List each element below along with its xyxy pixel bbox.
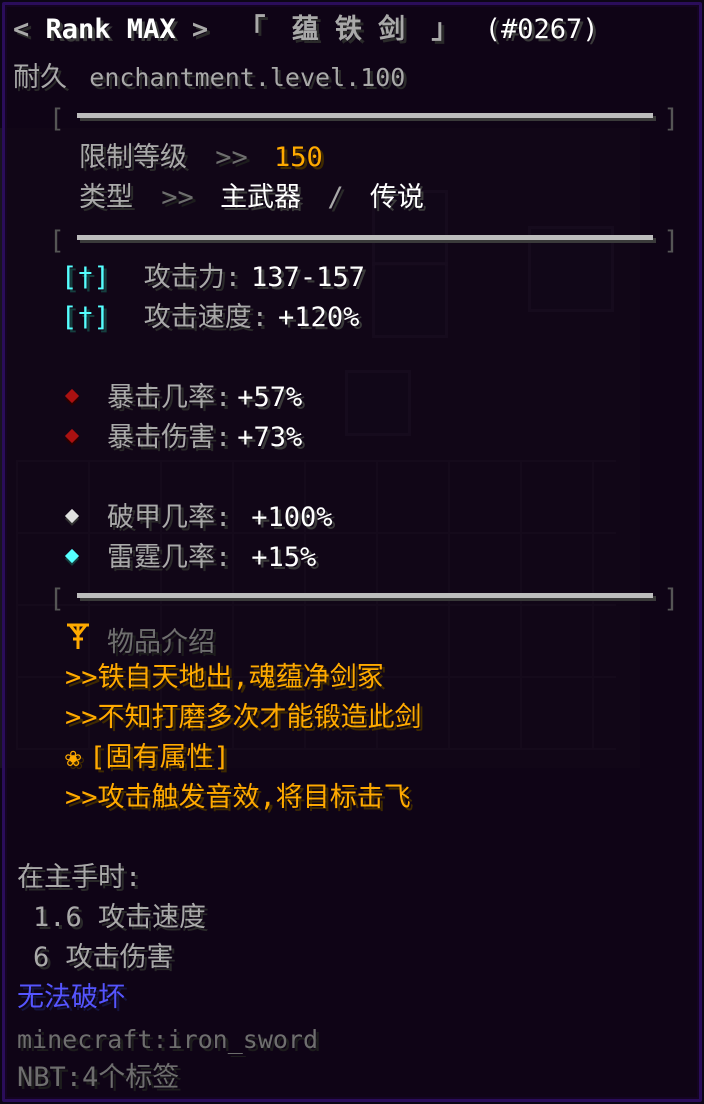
- attack-speed-row: [†] 攻击速度: +120%: [61, 301, 359, 335]
- durability-label: 耐久: [13, 62, 67, 93]
- nbt-tag-count: NBT:4个标签: [17, 1062, 180, 1093]
- stat-label: 破甲几率:: [107, 502, 232, 533]
- type-separator: /: [327, 182, 344, 213]
- thunder-chance-row: 雷霆几率: +15%: [64, 541, 317, 575]
- item-number: (#0267): [484, 14, 599, 45]
- stat-value: 137-157: [251, 262, 365, 293]
- stat-label: 暴击几率:: [107, 382, 232, 413]
- red-gem-icon: [64, 388, 80, 403]
- trait-line: >>攻击触发音效,将目标击飞: [65, 782, 411, 813]
- item-name: 蕴 铁 剑: [291, 14, 406, 45]
- trait-title: [固有属性]: [89, 742, 230, 773]
- rank-label: Rank MAX: [45, 14, 176, 45]
- red-gem-icon: [64, 428, 80, 443]
- mainhand-attack-speed: 1.6 攻击速度: [33, 902, 207, 933]
- durability-row: 耐久 enchantment.level.100: [13, 61, 405, 95]
- stat-label: 攻击力:: [143, 262, 242, 293]
- stat-value: +15%: [251, 542, 317, 573]
- trait-title-row: ❀ [固有属性]: [65, 741, 230, 775]
- sword-icon: [†]: [61, 262, 110, 293]
- stat-value: +120%: [278, 302, 360, 333]
- item-id: minecraft:iron_sword: [17, 1025, 319, 1054]
- level-requirement-row: 限制等级 >> 150: [79, 141, 323, 175]
- emblem-icon: [65, 621, 91, 660]
- rank-left-arrow: <: [13, 14, 30, 45]
- rank-right-arrow: >: [191, 14, 209, 45]
- item-tooltip: < Rank MAX > 「 蕴 铁 剑 」 (#0267) 耐久 enchan…: [2, 2, 702, 1102]
- level-label: 限制等级: [79, 142, 187, 173]
- white-gem-icon: [64, 508, 80, 523]
- armor-pierce-row: 破甲几率: +100%: [64, 501, 333, 535]
- name-bracket-close: 」: [431, 14, 459, 45]
- stat-label: 雷霆几率:: [107, 542, 232, 573]
- level-value: 150: [274, 142, 323, 173]
- type-value: 主武器: [220, 182, 302, 213]
- mainhand-attack-damage: 6 攻击伤害: [33, 942, 174, 973]
- type-label: 类型: [79, 182, 133, 213]
- level-arrow: >>: [215, 142, 248, 173]
- separator: []: [49, 226, 679, 256]
- sword-icon: [†]: [61, 302, 110, 333]
- type-row: 类型 >> 主武器 / 传说: [79, 181, 424, 215]
- durability-value: enchantment.level.100: [89, 63, 406, 92]
- description-line: >>铁自天地出,魂蕴净剑冢: [65, 662, 384, 693]
- stat-value: +100%: [251, 502, 333, 533]
- stat-label: 攻击速度:: [143, 302, 269, 333]
- type-arrow: >>: [161, 182, 194, 213]
- mainhand-title: 在主手时:: [17, 862, 142, 893]
- name-bracket-open: 「: [238, 14, 266, 45]
- stat-value: +73%: [237, 422, 303, 453]
- aqua-gem-icon: [64, 548, 80, 563]
- crit-chance-row: 暴击几率: +57%: [64, 381, 303, 415]
- flower-icon: ❀: [65, 742, 82, 773]
- stat-value: +57%: [237, 382, 303, 413]
- unbreakable-label: 无法破坏: [17, 982, 125, 1013]
- rarity-value: 传说: [369, 182, 424, 213]
- description-title-row: 物品介绍: [65, 621, 215, 660]
- crit-damage-row: 暴击伤害: +73%: [64, 421, 303, 455]
- description-line: >>不知打磨多次才能锻造此剑: [65, 702, 422, 733]
- stat-label: 暴击伤害:: [107, 422, 232, 453]
- separator: []: [49, 104, 679, 134]
- description-title: 物品介绍: [107, 627, 215, 658]
- attack-damage-row: [†] 攻击力: 137-157: [61, 261, 365, 295]
- item-title-row: < Rank MAX > 「 蕴 铁 剑 」 (#0267): [13, 13, 598, 47]
- separator: []: [49, 584, 679, 614]
